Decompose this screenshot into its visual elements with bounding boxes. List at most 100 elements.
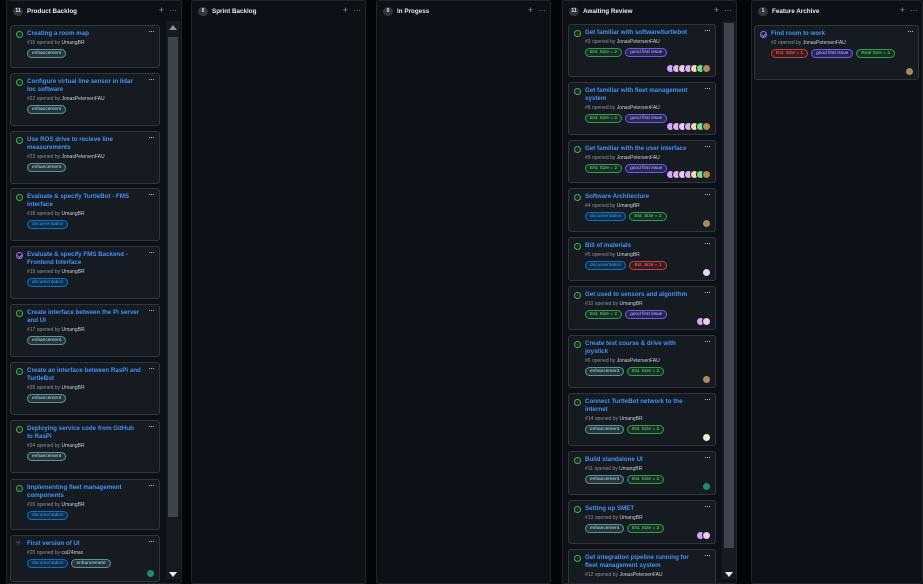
- issue-title-link[interactable]: Create interface between the Pi server a…: [27, 309, 155, 325]
- scrollbar-thumb[interactable]: [168, 37, 178, 517]
- issue-author-link[interactable]: cat24max: [61, 550, 83, 556]
- card-menu-icon[interactable]: ···: [704, 142, 711, 151]
- card-menu-icon[interactable]: ···: [704, 84, 711, 93]
- issue-author-link[interactable]: UmangBR: [61, 443, 84, 449]
- issue-title-link[interactable]: Deploying service code from GitHub to Ra…: [27, 425, 155, 441]
- column-scrollbar[interactable]: [166, 21, 180, 579]
- plus-icon[interactable]: +: [714, 6, 719, 15]
- label-badge[interactable]: good first issue: [625, 48, 668, 57]
- issue-author-link[interactable]: JonasPetersenFAU: [61, 96, 104, 102]
- card-menu-icon[interactable]: ···: [704, 453, 711, 462]
- issue-author-link[interactable]: JonasPetersenFAU: [617, 358, 660, 364]
- label-badge[interactable]: good first issue: [625, 114, 668, 123]
- label-badge[interactable]: Est. Size = 1: [771, 49, 809, 58]
- label-badge[interactable]: documentation: [585, 212, 627, 221]
- label-badge[interactable]: Real Size = 2: [856, 49, 895, 58]
- label-badge[interactable]: Est. Size = 2: [627, 475, 665, 484]
- label-badge[interactable]: enhancement: [585, 524, 625, 533]
- avatar[interactable]: [702, 317, 711, 326]
- card-menu-icon[interactable]: ···: [704, 26, 711, 35]
- issue-author-link[interactable]: JonasPetersenFAU: [803, 40, 846, 46]
- label-badge[interactable]: enhancement: [71, 559, 111, 568]
- avatar[interactable]: [702, 433, 711, 442]
- scrollbar-thumb[interactable]: [724, 23, 734, 548]
- kebab-icon[interactable]: ···: [910, 6, 918, 15]
- issue-author-link[interactable]: UmangBR: [617, 203, 640, 209]
- issue-card[interactable]: Create interface between the Pi server a…: [10, 304, 160, 357]
- scroll-down-arrow-icon[interactable]: [169, 572, 177, 577]
- issue-card[interactable]: Bill of materials ··· #5 opened by UmangBR…: [568, 237, 716, 281]
- label-badge[interactable]: enhancement: [27, 163, 67, 172]
- label-badge[interactable]: Est. Size = 2: [585, 114, 623, 123]
- issue-card[interactable]: Use ROS drive to recieve line measuremen…: [10, 131, 160, 184]
- label-badge[interactable]: enhancement: [27, 105, 67, 114]
- label-badge[interactable]: documentation: [585, 261, 627, 270]
- issue-card[interactable]: Evaluate & specify FMS Backend - Fronten…: [10, 246, 160, 299]
- card-menu-icon[interactable]: ···: [907, 27, 914, 36]
- avatar[interactable]: [702, 268, 711, 277]
- label-badge[interactable]: enhancement: [27, 49, 67, 58]
- issue-title-link[interactable]: Setting up SMET: [585, 505, 711, 513]
- label-badge[interactable]: documentation: [27, 220, 69, 229]
- issue-card[interactable]: Create test course & drive with joystick…: [568, 335, 716, 388]
- issue-card[interactable]: Build standalone UI ··· #11 opened by Uman…: [568, 451, 716, 495]
- label-badge[interactable]: enhancement: [585, 367, 625, 376]
- issue-title-link[interactable]: Bill of materials: [585, 242, 711, 250]
- issue-title-link[interactable]: Get integration pipeline running for fle…: [585, 554, 711, 570]
- label-badge[interactable]: enhancement: [27, 452, 67, 461]
- issue-author-link[interactable]: UmangBR: [619, 416, 642, 422]
- issue-card[interactable]: Get familiar with software/turtlebot ··· #…: [568, 24, 716, 77]
- avatar[interactable]: [702, 170, 711, 179]
- issue-title-link[interactable]: Evaluate & specify FMS Backend - Fronten…: [27, 251, 155, 267]
- scroll-up-arrow-icon[interactable]: [169, 25, 177, 30]
- issue-card[interactable]: Get familiar with fleet management syste…: [568, 82, 716, 135]
- card-menu-icon[interactable]: ···: [148, 27, 155, 36]
- card-menu-icon[interactable]: ···: [148, 133, 155, 142]
- avatar[interactable]: [702, 375, 711, 384]
- label-badge[interactable]: good first issue: [811, 49, 854, 58]
- issue-title-link[interactable]: Get used to sensors and algorithm: [585, 291, 711, 299]
- issue-card[interactable]: Creating a room map ··· #15 opened by Uman…: [10, 25, 160, 68]
- issue-author-link[interactable]: UmangBR: [61, 269, 84, 275]
- issue-card[interactable]: Get used to sensors and algorithm ··· #10 …: [568, 286, 716, 330]
- avatar[interactable]: [905, 67, 914, 76]
- issue-card[interactable]: Get familiar with the user interface ··· #…: [568, 140, 716, 183]
- issue-title-link[interactable]: Get familiar with fleet management syste…: [585, 87, 711, 103]
- issue-title-link[interactable]: Connect TurtleBot network to the interne…: [585, 398, 711, 414]
- card-menu-icon[interactable]: ···: [704, 551, 711, 560]
- issue-card[interactable]: Implementing fleet management components…: [10, 479, 160, 530]
- issue-author-link[interactable]: UmangBR: [61, 385, 84, 391]
- issue-title-link[interactable]: Get familiar with the user interface: [585, 145, 711, 153]
- issue-card[interactable]: ⑂ First version of UI ··· #20 opened by cat…: [10, 535, 160, 582]
- avatar[interactable]: [146, 569, 155, 578]
- issue-author-link[interactable]: UmangBR: [61, 502, 84, 508]
- issue-card[interactable]: Deploying service code from GitHub to Ra…: [10, 420, 160, 473]
- label-badge[interactable]: Est. Size = 2: [585, 48, 623, 57]
- issue-title-link[interactable]: Get familiar with software/turtlebot: [585, 29, 711, 37]
- label-badge[interactable]: Est. Size = 1: [629, 261, 667, 270]
- issue-author-link[interactable]: JonasPetersenFAU: [619, 572, 662, 578]
- issue-author-link[interactable]: UmangBR: [619, 301, 642, 307]
- column-scrollbar[interactable]: [722, 21, 736, 579]
- issue-card[interactable]: Configure virtual line sensor in lidar l…: [10, 73, 160, 126]
- issue-title-link[interactable]: Evaluate & specify TurtleBot - FMS inter…: [27, 193, 155, 209]
- issue-title-link[interactable]: Creating a room map: [27, 30, 155, 38]
- issue-title-link[interactable]: Software Architecture: [585, 193, 711, 201]
- avatar[interactable]: [702, 482, 711, 491]
- label-badge[interactable]: Est. Size = 2: [585, 310, 623, 319]
- card-menu-icon[interactable]: ···: [148, 481, 155, 490]
- card-menu-icon[interactable]: ···: [704, 502, 711, 511]
- label-badge[interactable]: Est. Size = 2: [627, 425, 665, 434]
- issue-title-link[interactable]: Implementing fleet management components: [27, 484, 155, 500]
- label-badge[interactable]: documentation: [27, 559, 69, 568]
- issue-title-link[interactable]: Use ROS drive to recieve line measuremen…: [27, 136, 155, 152]
- issue-title-link[interactable]: First version of UI: [27, 540, 155, 548]
- issue-author-link[interactable]: JonasPetersenFAU: [61, 154, 104, 160]
- plus-icon[interactable]: +: [159, 6, 164, 15]
- label-badge[interactable]: documentation: [27, 511, 69, 520]
- card-menu-icon[interactable]: ···: [148, 248, 155, 257]
- label-badge[interactable]: Est. Size = 2: [627, 367, 665, 376]
- avatar[interactable]: [702, 122, 711, 131]
- card-menu-icon[interactable]: ···: [704, 395, 711, 404]
- avatar[interactable]: [702, 64, 711, 73]
